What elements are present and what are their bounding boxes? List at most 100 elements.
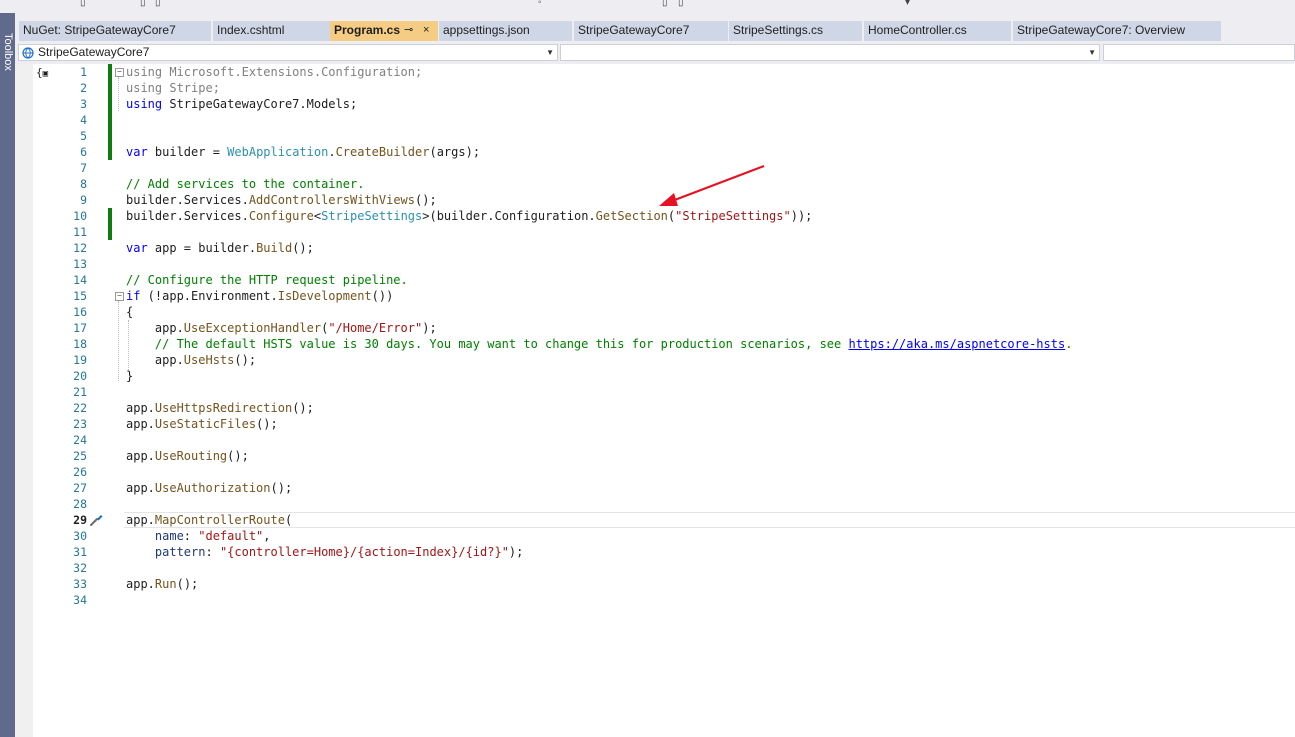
toolbar-button-icon[interactable]: ▾ [905,0,910,8]
code-text: app. [126,481,155,495]
fold-toggle-icon[interactable]: − [115,292,124,301]
code-line-31[interactable]: pattern: "{controller=Home}/{action=Inde… [126,544,523,560]
chevron-down-icon[interactable]: ▼ [546,45,554,60]
tab-nuget[interactable]: NuGet: StripeGatewayCore7 [19,21,211,41]
tab-appsettings-json[interactable]: appsettings.json [439,21,572,41]
toolbox-rail[interactable]: Toolbox [0,13,15,737]
code-line-3[interactable]: using StripeGatewayCore7.Models; [126,96,357,112]
method-name: UseHsts [183,353,235,367]
method-name: UseHttpsRedirection [154,401,293,415]
code-line-33[interactable]: app.Run(); [126,576,198,592]
toolbar-button-icon[interactable]: ▯ [140,0,146,8]
tab-stripesettings-cs[interactable]: StripeSettings.cs [729,21,862,41]
code-text: Microsoft.Extensions.Configuration; [162,65,423,79]
tab-label: HomeController.cs [868,23,967,37]
line-number: 30 [73,529,87,543]
tab-homecontroller-cs[interactable]: HomeController.cs [864,21,1011,41]
method-name: Build [256,241,293,255]
screwdriver-icon[interactable] [89,513,104,527]
code-line-12[interactable]: var app = builder.Build(); [126,240,314,256]
line-number: 11 [73,225,87,239]
line-number: 3 [80,97,87,111]
line-number: 14 [73,273,87,287]
code-text: app. [126,577,155,591]
fold-toggle-icon[interactable]: − [115,68,124,77]
member2-dropdown[interactable] [1103,44,1295,61]
code-line-17[interactable]: app.UseExceptionHandler("/Home/Error"); [126,320,437,336]
code-line-1[interactable]: using Microsoft.Extensions.Configuration… [126,64,422,80]
code-line-20[interactable]: } [126,368,133,384]
line-number: 32 [73,561,87,575]
code-line-2[interactable]: using Stripe; [126,80,220,96]
toolbar-button-icon[interactable]: ◦ [538,0,542,8]
chevron-down-icon[interactable]: ▼ [1088,45,1096,60]
member-dropdown[interactable]: ▼ [560,44,1100,61]
code-line-19[interactable]: app.UseHsts(); [126,352,256,368]
code-text: >(builder.Configuration. [422,209,596,223]
tab-overview[interactable]: StripeGatewayCore7: Overview [1013,21,1221,41]
method-name: UseAuthorization [154,481,271,495]
tab-stripegatewaycore7[interactable]: StripeGatewayCore7 [574,21,728,41]
close-icon[interactable]: × [423,21,429,40]
toolbar-button-icon[interactable]: ▯ [678,0,684,8]
tab-label: appsettings.json [443,23,530,37]
code-line-23[interactable]: app.UseStaticFiles(); [126,416,278,432]
method-name: UseExceptionHandler [183,321,322,335]
code-line-30[interactable]: name: "default", [126,528,271,544]
glyph-margin[interactable] [15,64,33,737]
comment: // The default HSTS value is 30 days. Yo… [126,337,849,351]
line-number: 13 [73,257,87,271]
tab-program-cs[interactable]: Program.cs ⊸ × [330,21,438,41]
code-line-27[interactable]: app.UseAuthorization(); [126,480,292,496]
code-text: builder.Services. [126,193,249,207]
line-number: 34 [73,593,87,607]
tab-label: StripeSettings.cs [733,23,824,37]
string-literal: "{controller=Home}/{action=Index}/{id?}" [219,545,509,559]
line-number: 18 [73,337,87,351]
keyword: using [126,81,163,95]
code-line-25[interactable]: app.UseRouting(); [126,448,249,464]
code-text: StripeGatewayCore7.Models; [162,97,358,111]
hsts-link[interactable]: https://aka.ms/aspnetcore-hsts [848,337,1065,351]
code-line-29[interactable]: app.MapControllerRoute( [126,512,292,528]
line-number: 17 [73,321,87,335]
line-number: 5 [80,129,87,143]
code-text: (); [176,577,199,591]
method-name: CreateBuilder [335,145,430,159]
toolbox-label[interactable]: Toolbox [1,33,14,71]
project-dropdown[interactable]: StripeGatewayCore7 ▼ [18,44,558,61]
code-text: (); [270,481,293,495]
line-number: 4 [80,113,87,127]
code-line-22[interactable]: app.UseHttpsRedirection(); [126,400,314,416]
code-text: app = builder. [147,241,257,255]
code-text: app. [126,513,155,527]
pin-icon[interactable]: ⊸ [404,21,413,40]
line-number: 28 [73,497,87,511]
tab-label: Index.cshtml [217,23,285,37]
code-text: : [183,529,199,543]
string-literal: "default" [198,529,264,543]
code-text: ); [422,321,437,335]
project-name: StripeGatewayCore7 [38,45,150,59]
code-text: builder = [147,145,228,159]
code-text: (); [415,193,437,207]
toolbar-button-icon[interactable]: ▯ [662,0,668,8]
tab-index-cshtml[interactable]: Index.cshtml [213,21,343,41]
toolbar-button-icon[interactable]: ▯ [155,0,161,8]
line-number: 10 [73,209,87,223]
toolbar-button-icon[interactable]: ▯ [80,0,86,8]
code-line-14[interactable]: // Configure the HTTP request pipeline. [126,272,408,288]
code-text: . [328,145,336,159]
line-number: 15 [73,289,87,303]
code-text: ()) [371,289,394,303]
code-line-6[interactable]: var builder = WebApplication.CreateBuild… [126,144,480,160]
code-line-16[interactable]: { [126,304,133,320]
code-line-9[interactable]: builder.Services.AddControllersWithViews… [126,192,437,208]
keyword: if [126,289,141,303]
keyword: using [126,65,163,79]
code-line-15[interactable]: if (!app.Environment.IsDevelopment()) [126,288,393,304]
code-line-8[interactable]: // Add services to the container. [126,176,364,192]
code-line-18[interactable]: // The default HSTS value is 30 days. Yo… [126,336,1073,352]
change-marker [108,64,112,112]
line-number: 21 [73,385,87,399]
